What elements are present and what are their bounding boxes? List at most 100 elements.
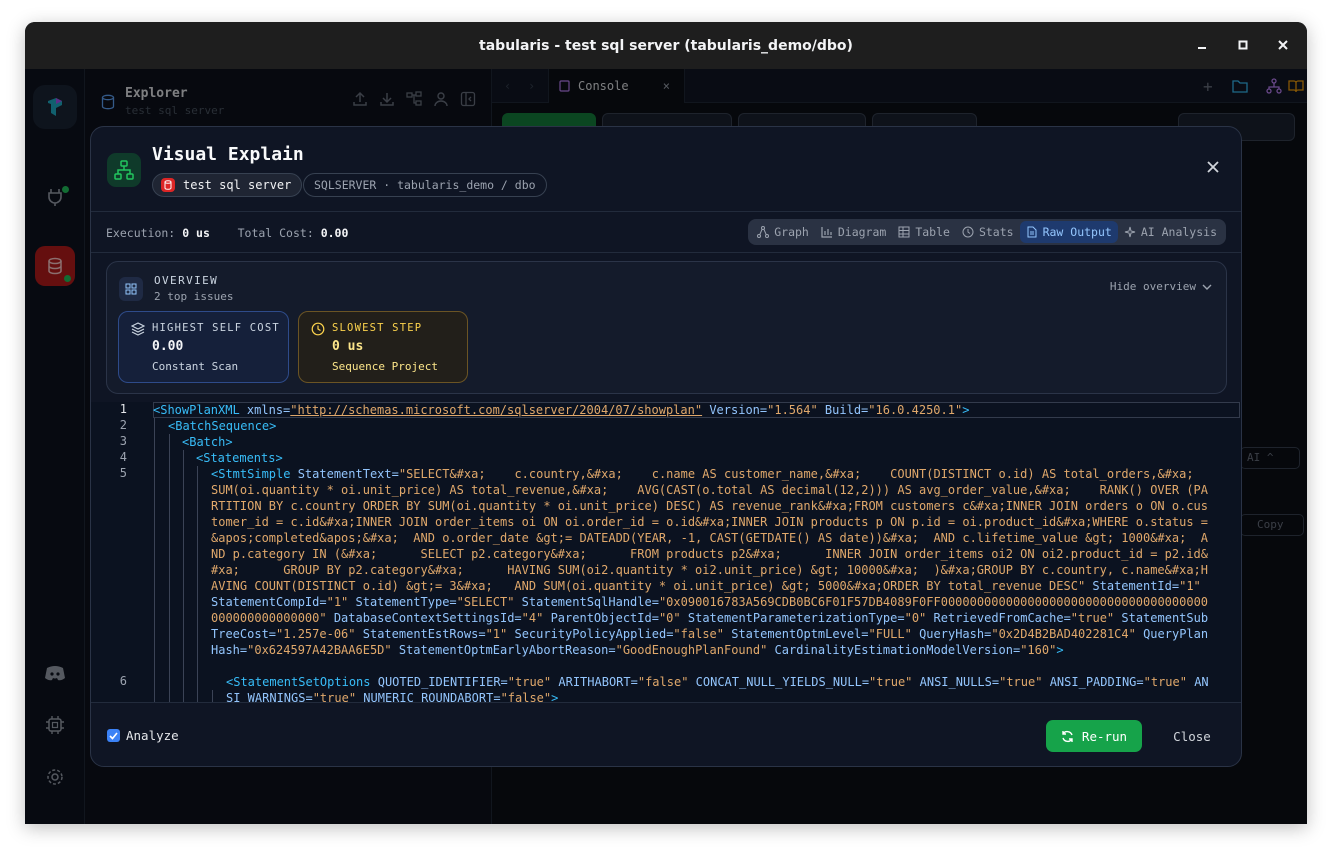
- hide-overview-label: Hide overview: [1109, 280, 1196, 293]
- xml-attr: Version=: [702, 403, 768, 417]
- chevron-down-icon: [1202, 284, 1212, 290]
- code-line-5: <StmtSimple StatementText="SELECT&#xa; c…: [211, 466, 1213, 658]
- xml-value: "true": [999, 675, 1043, 689]
- execution-summary: Execution: 0 us Total Cost: 0.00: [106, 226, 348, 240]
- xml-value: "FULL": [868, 627, 912, 641]
- xml-value: "160": [1020, 643, 1057, 657]
- xml-value: "1": [326, 595, 349, 609]
- xml-tag: >: [1056, 643, 1064, 657]
- tab-stats[interactable]: Stats: [956, 221, 1020, 243]
- xml-link[interactable]: "http://schemas.microsoft.com/sqlserver/…: [290, 403, 702, 417]
- xml-attr: NUMERIC_ROUNDABORT=: [356, 691, 501, 702]
- modal-header: Visual Explain test sql server SQLSERVER…: [91, 127, 1241, 212]
- xml-attr: StatementOptmLevel=: [724, 627, 869, 641]
- xml-value: "true": [869, 675, 913, 689]
- xml-value: "SELECT": [456, 595, 515, 609]
- slowest-step-card[interactable]: SLOWEST STEP 0 us Sequence Project: [298, 311, 468, 383]
- modal-title: Visual Explain: [152, 144, 304, 165]
- explain-icon: [107, 153, 141, 187]
- hide-overview-button[interactable]: Hide overview: [1110, 280, 1212, 293]
- overview-icon: [119, 277, 143, 301]
- tab-table[interactable]: Table: [892, 221, 956, 243]
- indent-guide: [183, 450, 184, 702]
- sparkles-icon: [1124, 226, 1135, 238]
- table-icon: [898, 226, 910, 238]
- tab-label: AI Analysis: [1140, 225, 1217, 239]
- card-label: HIGHEST SELF COST: [152, 322, 280, 334]
- xml-attr: xmlns=: [239, 403, 291, 417]
- card-value: 0.00: [152, 339, 184, 354]
- tab-label: Diagram: [837, 225, 887, 239]
- analyze-label[interactable]: Analyze: [126, 728, 179, 743]
- close-button[interactable]: Close: [1161, 720, 1223, 752]
- xml-attr: CONCAT_NULL_YIELDS_NULL=: [688, 675, 870, 689]
- xml-attr: StatementSqlHandle=: [514, 595, 659, 609]
- close-window-button[interactable]: [1273, 36, 1293, 56]
- code-line-3: <Batch>: [182, 434, 1241, 450]
- close-icon: [1278, 40, 1288, 50]
- tab-label: Table: [915, 225, 950, 239]
- xml-attr: RetrievedFromCache=: [926, 611, 1071, 625]
- tab-graph[interactable]: Graph: [751, 221, 815, 243]
- xml-attr: QUOTED_IDENTIFIER=: [370, 675, 508, 689]
- tab-label: Raw Output: [1042, 225, 1112, 239]
- xml-attr: StatementOptmEarlyAbortReason=: [391, 643, 616, 657]
- xml-attr: StatementParameterizationType=: [680, 611, 905, 625]
- xml-value: "0": [658, 611, 681, 625]
- raw-output-editor[interactable]: 1 2 3 4 5 6 <ShowPlanXML xmlns="http://s…: [91, 402, 1241, 702]
- clock-icon: [962, 226, 974, 238]
- tab-diagram[interactable]: Diagram: [815, 221, 892, 243]
- xml-value: "true": [1070, 611, 1115, 625]
- xml-attr: StatementText=: [290, 467, 399, 481]
- xml-tag: <ShowPlanXML: [153, 403, 240, 417]
- tab-raw-output[interactable]: Raw Output: [1019, 221, 1118, 243]
- xml-attr: DatabaseContextSettingsId=: [326, 611, 522, 625]
- rerun-button[interactable]: Re-run: [1046, 720, 1142, 752]
- database-path: SQLSERVER · tabularis_demo / dbo: [314, 178, 536, 192]
- xml-value: "SELECT&#xa; c.country,&#xa; c.name AS c…: [211, 467, 1223, 593]
- visual-explain-modal: Visual Explain test sql server SQLSERVER…: [90, 126, 1242, 767]
- line-number: 6: [119, 674, 127, 688]
- minimize-button[interactable]: [1192, 36, 1212, 56]
- xml-value: "true": [1143, 675, 1187, 689]
- xml-value: "false": [500, 691, 552, 702]
- card-subtitle: Sequence Project: [332, 360, 438, 373]
- tab-ai-analysis[interactable]: AI Analysis: [1118, 221, 1223, 243]
- overview-panel: OVERVIEW 2 top issues Hide overview HIGH…: [106, 261, 1227, 394]
- document-icon: [1027, 226, 1037, 238]
- xml-attr: StatementType=: [348, 595, 457, 609]
- database-chip: SQLSERVER · tabularis_demo / dbo: [303, 173, 547, 197]
- xml-value: "0x2D4B2BAD402281C4": [991, 627, 1136, 641]
- code-line-4: <Statements>: [196, 450, 1241, 466]
- clock-icon: [311, 322, 325, 336]
- card-value: 0 us: [332, 339, 364, 354]
- close-icon: [1207, 161, 1219, 173]
- maximize-button[interactable]: [1233, 36, 1253, 56]
- line-number: 3: [119, 434, 127, 448]
- xml-value: "GoodEnoughPlanFound": [615, 643, 768, 657]
- code-line-1: <ShowPlanXML xmlns="http://schemas.micro…: [153, 402, 1213, 418]
- xml-value: "1.564": [767, 403, 818, 417]
- card-label: SLOWEST STEP: [332, 322, 423, 334]
- xml-tag: <BatchSequence>: [168, 419, 277, 433]
- xml-value: "false": [673, 627, 724, 641]
- minimize-icon: [1198, 47, 1206, 49]
- connection-chip: test sql server: [152, 173, 303, 197]
- close-label: Close: [1173, 728, 1211, 744]
- xml-attr: Build=: [817, 403, 869, 417]
- xml-value: "1": [485, 627, 508, 641]
- rerun-label: Re-run: [1081, 728, 1128, 744]
- execution-value: 0 us: [182, 226, 210, 240]
- xml-attr: ARITHABORT=: [551, 675, 638, 689]
- indent-guide: [154, 418, 155, 702]
- check-icon: [109, 731, 118, 740]
- window-title: tabularis - test sql server (tabularis_d…: [479, 37, 853, 54]
- xml-attr: StatementEstRows=: [355, 627, 486, 641]
- xml-attr: ParentObjectId=: [543, 611, 659, 625]
- xml-tag: >: [551, 691, 559, 702]
- modal-close-button[interactable]: [1205, 159, 1225, 179]
- highest-self-cost-card[interactable]: HIGHEST SELF COST 0.00 Constant Scan: [118, 311, 289, 383]
- analyze-checkbox[interactable]: [107, 729, 120, 742]
- execution-label: Execution:: [106, 226, 176, 240]
- xml-value: "16.0.4250.1": [868, 403, 963, 417]
